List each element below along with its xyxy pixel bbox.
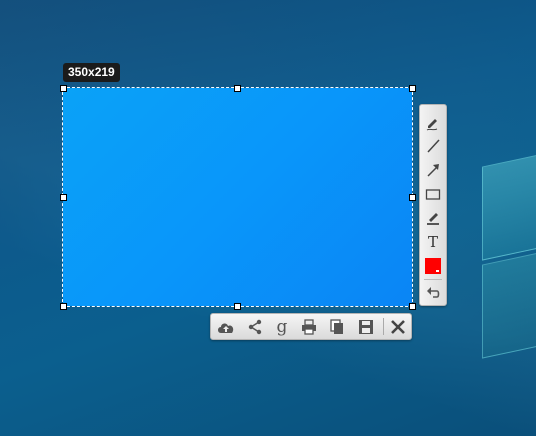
resize-handle-bottom-left[interactable] [60,303,67,310]
share-icon [248,319,262,334]
pencil-tool-button[interactable] [423,113,443,133]
google-search-icon: g [276,316,288,337]
resize-handle-top-right[interactable] [409,85,416,92]
undo-icon [427,287,440,298]
arrow-icon [427,164,439,177]
selection-size-label: 350x219 [63,63,120,82]
windows-logo-pane-bottom [482,251,536,359]
print-button[interactable] [297,316,321,337]
close-icon [391,319,405,334]
copy-icon [330,318,343,334]
copy-button[interactable] [325,316,349,337]
rectangle-tool-button[interactable] [423,184,443,204]
toolbar-divider [383,318,384,335]
resize-handle-top[interactable] [234,85,241,92]
close-button[interactable] [386,316,410,337]
text-icon: T [427,233,438,251]
marker-tool-button[interactable] [423,208,443,228]
color-picker-icon [425,258,441,274]
pencil-icon [426,119,438,131]
annotation-toolbar: T [419,104,447,306]
action-toolbar: g [210,313,412,340]
resize-handle-right[interactable] [409,194,416,201]
undo-button[interactable] [423,283,443,303]
text-tool-button[interactable]: T [423,232,443,252]
arrow-tool-button[interactable] [423,160,443,180]
color-picker-button[interactable] [423,256,443,276]
line-tool-button[interactable] [423,136,443,156]
resize-handle-bottom[interactable] [234,303,241,310]
line-icon [427,139,440,153]
toolbar-divider [424,279,442,280]
resize-handle-left[interactable] [60,194,67,201]
upload-button[interactable] [214,316,238,337]
save-button[interactable] [354,316,378,337]
capture-selection-area[interactable] [60,85,416,310]
rectangle-icon [425,189,441,200]
search-google-button[interactable]: g [270,316,294,337]
windows-logo-pane-top [482,153,536,261]
cloud-upload-icon [218,322,234,333]
marker-icon [427,213,439,225]
save-icon [359,319,373,334]
print-icon [302,318,316,335]
resize-handle-bottom-right[interactable] [409,303,416,310]
resize-handle-top-left[interactable] [60,85,67,92]
share-button[interactable] [243,316,267,337]
